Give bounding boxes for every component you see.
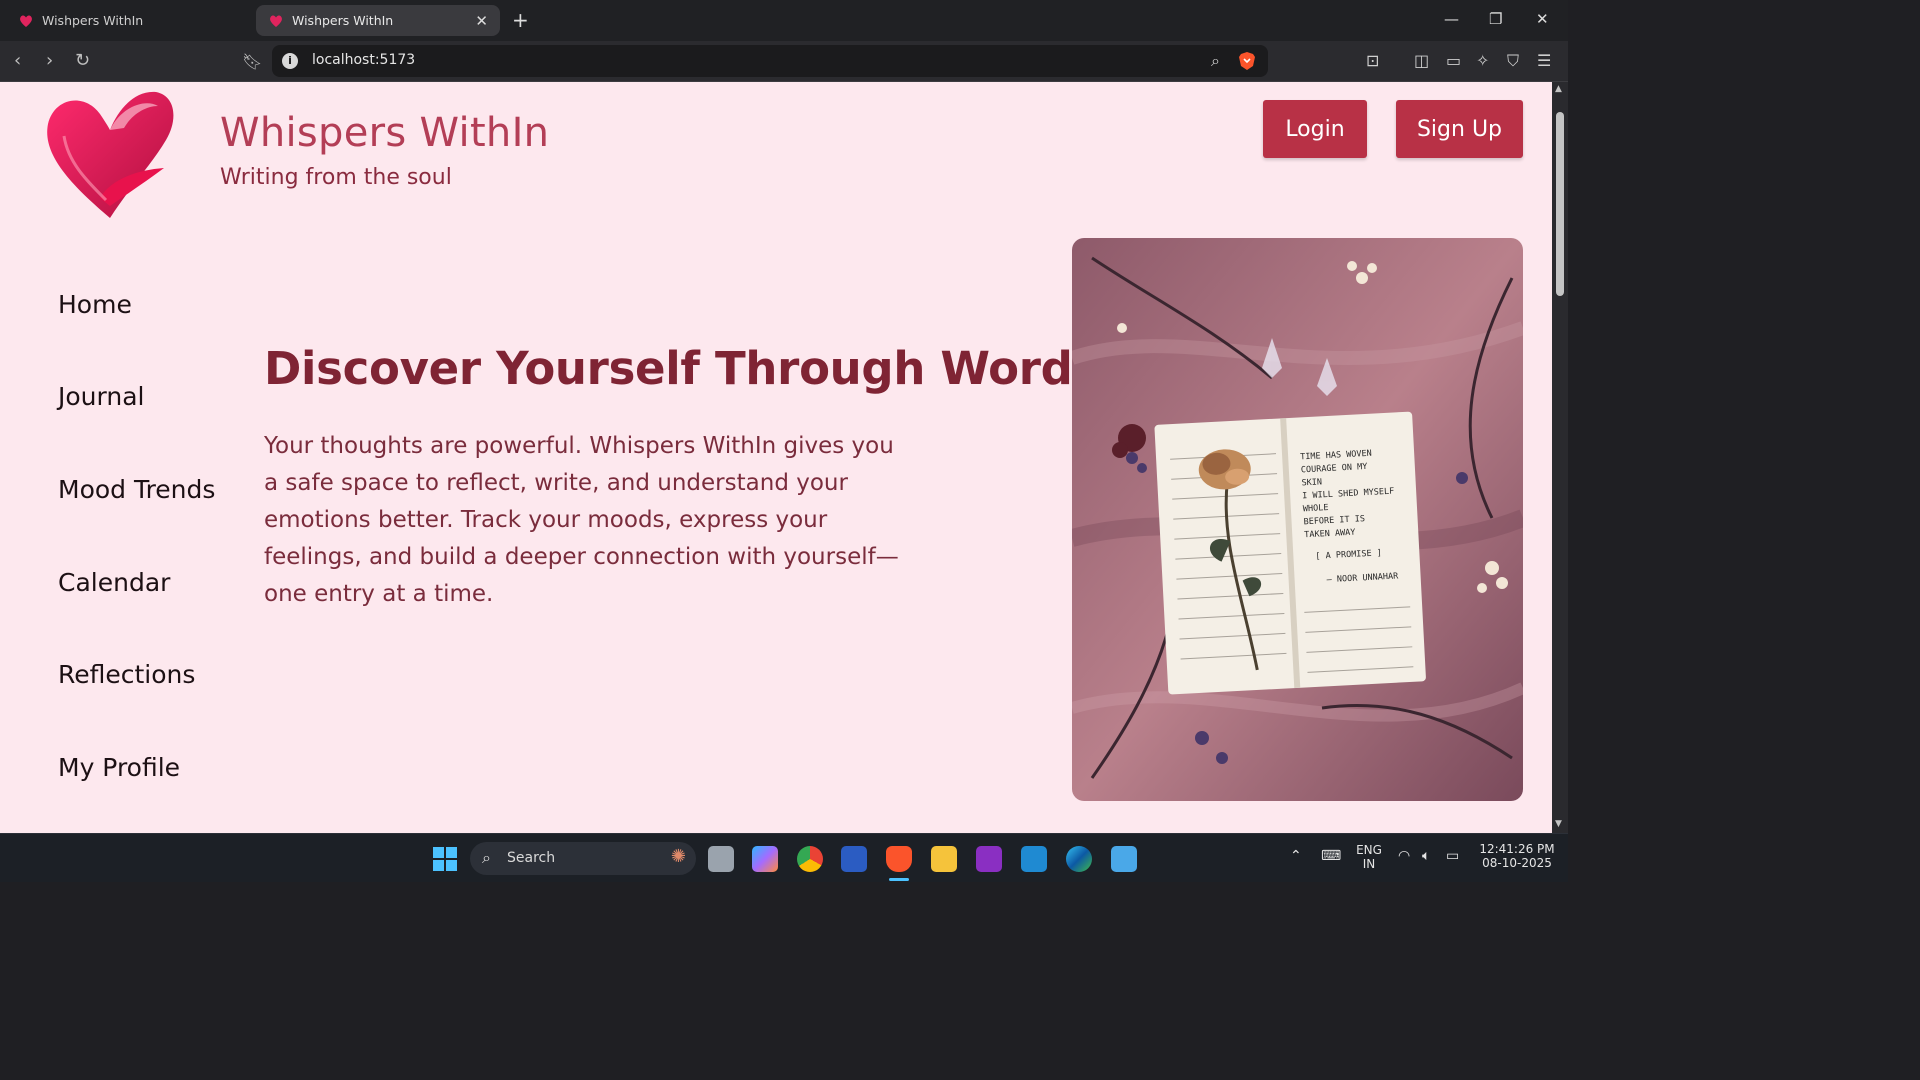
signup-button[interactable]: Sign Up [1396, 100, 1523, 158]
search-label: Search [507, 850, 556, 866]
chevron-up-icon[interactable]: ⌃ [1290, 848, 1302, 864]
vscode-icon[interactable] [1021, 846, 1047, 872]
zoom-icon[interactable]: ⌕ [1211, 51, 1220, 71]
keyboard-icon[interactable]: ⌨ [1321, 848, 1341, 864]
sidebar-item-mood-trends[interactable]: Mood Trends [58, 475, 215, 504]
new-tab-button[interactable]: + [512, 8, 529, 32]
tab-title: Wishpers WithIn [292, 13, 394, 28]
copilot-icon[interactable] [752, 846, 778, 872]
sidebar-item-reflections[interactable]: Reflections [58, 660, 195, 689]
windows-taskbar: ⌕ Search ✺ ⌃ ⌨ ENG IN ◠ 🔈︎ ▭ 12:41:26 PM… [0, 833, 1568, 882]
vpn-icon[interactable]: ⛉ [1507, 51, 1519, 71]
address-bar[interactable]: i localhost:5173 ⌕ [272, 45, 1268, 77]
browser-tab-strip: Wishpers WithIn Wishpers WithIn ✕ + — ❐ … [0, 0, 1568, 41]
language-label: ENG [1356, 843, 1382, 857]
sidebar-item-my-profile[interactable]: My Profile [58, 753, 180, 782]
url-text[interactable]: localhost:5173 [312, 52, 415, 68]
tab-title: Wishpers WithIn [42, 13, 144, 28]
active-app-indicator [889, 878, 909, 881]
windows-start-icon[interactable] [432, 846, 458, 872]
file-explorer-icon[interactable] [931, 846, 957, 872]
chrome-icon[interactable] [797, 846, 823, 872]
reload-icon[interactable]: ↻ [75, 50, 90, 71]
wifi-icon[interactable]: ◠ [1398, 848, 1410, 864]
forward-icon[interactable]: › [46, 50, 53, 71]
maximize-icon[interactable]: ❐ [1489, 10, 1502, 28]
close-window-icon[interactable]: ✕ [1536, 10, 1549, 28]
journal-line: SKIN [1301, 477, 1322, 488]
onenote-icon[interactable] [976, 846, 1002, 872]
language-indicator[interactable]: ENG IN [1352, 843, 1386, 871]
bookmark-icon[interactable]: 🔖︎ [242, 52, 262, 71]
close-tab-icon[interactable]: ✕ [475, 12, 488, 30]
search-icon: ⌕ [482, 848, 491, 867]
sidebar-item-calendar[interactable]: Calendar [58, 568, 170, 597]
journal-line: WHOLE [1303, 503, 1329, 514]
taskbar-search[interactable]: ⌕ Search ✺ [470, 842, 696, 875]
task-view-icon[interactable] [708, 846, 734, 872]
sidebar-item-journal[interactable]: Journal [58, 382, 144, 411]
brand-tagline: Writing from the soul [220, 165, 452, 190]
browser-toolbar: ‹ › ↻ 🔖︎ i localhost:5173 ⌕ ⊡ ◫ ▭ ✧ ⛉ ☰ [0, 41, 1568, 82]
menu-icon[interactable]: ☰ [1537, 51, 1551, 70]
page-viewport: Whispers WithIn Writing from the soul Lo… [0, 82, 1552, 833]
minimize-icon[interactable]: — [1444, 10, 1459, 28]
browser-tab-1[interactable]: Wishpers WithIn [6, 5, 250, 36]
notepad-icon[interactable] [1111, 846, 1137, 872]
search-highlight-icon: ✺ [670, 846, 686, 867]
brand-title: Whispers WithIn [220, 110, 550, 156]
region-label: IN [1362, 857, 1376, 871]
sidebar-toggle-icon[interactable]: ◫ [1414, 51, 1429, 70]
site-info-icon[interactable]: i [282, 53, 298, 69]
brave-shields-icon[interactable] [1238, 51, 1256, 71]
browser-tab-2-active[interactable]: Wishpers WithIn ✕ [256, 5, 500, 36]
word-icon[interactable] [841, 846, 867, 872]
clock-date: 08-10-2025 [1482, 856, 1552, 870]
heart-favicon-icon [20, 15, 32, 27]
scroll-up-icon[interactable]: ▲ [1555, 84, 1562, 94]
clock[interactable]: 12:41:26 PM 08-10-2025 [1474, 842, 1560, 870]
clock-time: 12:41:26 PM [1479, 842, 1555, 856]
heart-favicon-icon [270, 15, 282, 27]
hero-title: Discover Yourself Through Words [264, 342, 1100, 395]
vertical-scrollbar[interactable]: ▲ ▼ [1552, 82, 1568, 833]
volume-icon[interactable]: 🔈︎ [1422, 848, 1430, 864]
journal-flowers-photo: TIME HAS WOVEN COURAGE ON MY SKIN I WILL… [1072, 238, 1523, 801]
sidebar-item-home[interactable]: Home [58, 290, 132, 319]
battery-icon[interactable]: ▭ [1446, 848, 1459, 864]
wallet-icon[interactable]: ▭ [1446, 51, 1461, 70]
heart-logo-icon [47, 91, 174, 218]
leo-ai-icon[interactable]: ✧ [1476, 51, 1489, 70]
login-button[interactable]: Login [1263, 100, 1367, 158]
scroll-down-icon[interactable]: ▼ [1555, 819, 1562, 829]
scrollbar-thumb[interactable] [1556, 112, 1564, 296]
edge-icon[interactable] [1066, 846, 1092, 872]
hero-description: Your thoughts are powerful. Whispers Wit… [264, 433, 899, 607]
back-icon[interactable]: ‹ [14, 50, 21, 71]
screenshot-icon[interactable]: ⊡ [1366, 51, 1379, 70]
brave-icon[interactable] [886, 846, 912, 872]
